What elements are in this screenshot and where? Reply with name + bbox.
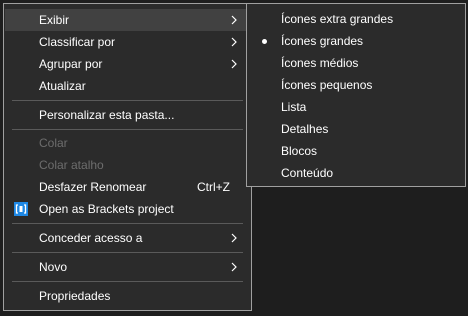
menu-item-shortcut: Ctrl+Z	[197, 180, 230, 194]
menu-item-label: Colar atalho	[39, 158, 104, 172]
view-submenu: Ícones extra grandes Ícones grandes Ícon…	[246, 3, 466, 187]
menu-item-label: Open as Brackets project	[39, 202, 174, 216]
submenu-item-label: Blocos	[281, 144, 318, 158]
menu-separator	[12, 223, 243, 224]
chevron-right-icon	[231, 15, 237, 25]
menu-item-label: Novo	[39, 260, 68, 274]
submenu-item-small-icons[interactable]: Ícones pequenos	[248, 74, 464, 96]
menu-item-colar: Colar	[5, 132, 250, 154]
submenu-item-label: Conteúdo	[281, 166, 334, 180]
menu-item-label: Atualizar	[39, 79, 86, 93]
menu-item-exibir[interactable]: Exibir	[5, 9, 250, 31]
menu-item-conceder-acesso[interactable]: Conceder acesso a	[5, 227, 250, 249]
menu-item-colar-atalho: Colar atalho	[5, 154, 250, 176]
submenu-item-content[interactable]: Conteúdo	[248, 162, 464, 184]
chevron-right-icon	[231, 233, 237, 243]
submenu-item-large-icons[interactable]: Ícones grandes	[248, 30, 464, 52]
menu-item-label: Desfazer Renomear	[39, 180, 147, 194]
context-menu: Exibir Classificar por Agrupar por Atual…	[3, 3, 252, 311]
menu-item-label: Colar	[39, 136, 68, 150]
menu-item-label: Personalizar esta pasta...	[39, 108, 175, 122]
menu-item-open-brackets[interactable]: Open as Brackets project	[5, 198, 250, 220]
menu-item-label: Propriedades	[39, 289, 111, 303]
menu-item-personalizar[interactable]: Personalizar esta pasta...	[5, 104, 250, 126]
submenu-item-label: Ícones grandes	[281, 34, 364, 48]
menu-item-label: Classificar por	[39, 35, 116, 49]
menu-item-label: Conceder acesso a	[39, 231, 143, 245]
menu-item-label: Agrupar por	[39, 57, 103, 71]
menu-separator	[12, 100, 243, 101]
submenu-item-label: Ícones médios	[281, 56, 359, 70]
menu-item-propriedades[interactable]: Propriedades	[5, 285, 250, 307]
submenu-item-label: Ícones pequenos	[281, 78, 373, 92]
submenu-item-extra-large-icons[interactable]: Ícones extra grandes	[248, 8, 464, 30]
bullet-icon	[262, 39, 267, 44]
menu-item-atualizar[interactable]: Atualizar	[5, 75, 250, 97]
menu-item-label: Exibir	[39, 13, 70, 27]
menu-item-classificar[interactable]: Classificar por	[5, 31, 250, 53]
menu-item-agrupar[interactable]: Agrupar por	[5, 53, 250, 75]
submenu-item-medium-icons[interactable]: Ícones médios	[248, 52, 464, 74]
menu-separator	[12, 129, 243, 130]
submenu-item-label: Detalhes	[281, 122, 329, 136]
chevron-right-icon	[231, 59, 237, 69]
menu-item-desfazer-renomear[interactable]: Desfazer Renomear Ctrl+Z	[5, 176, 250, 198]
menu-separator	[12, 252, 243, 253]
submenu-item-label: Ícones extra grandes	[281, 12, 394, 26]
chevron-right-icon	[231, 37, 237, 47]
chevron-right-icon	[231, 262, 237, 272]
submenu-item-tiles[interactable]: Blocos	[248, 140, 464, 162]
submenu-item-label: Lista	[281, 100, 307, 114]
submenu-item-details[interactable]: Detalhes	[248, 118, 464, 140]
submenu-item-list[interactable]: Lista	[248, 96, 464, 118]
menu-separator	[12, 281, 243, 282]
menu-item-novo[interactable]: Novo	[5, 256, 250, 278]
brackets-icon	[14, 202, 28, 216]
